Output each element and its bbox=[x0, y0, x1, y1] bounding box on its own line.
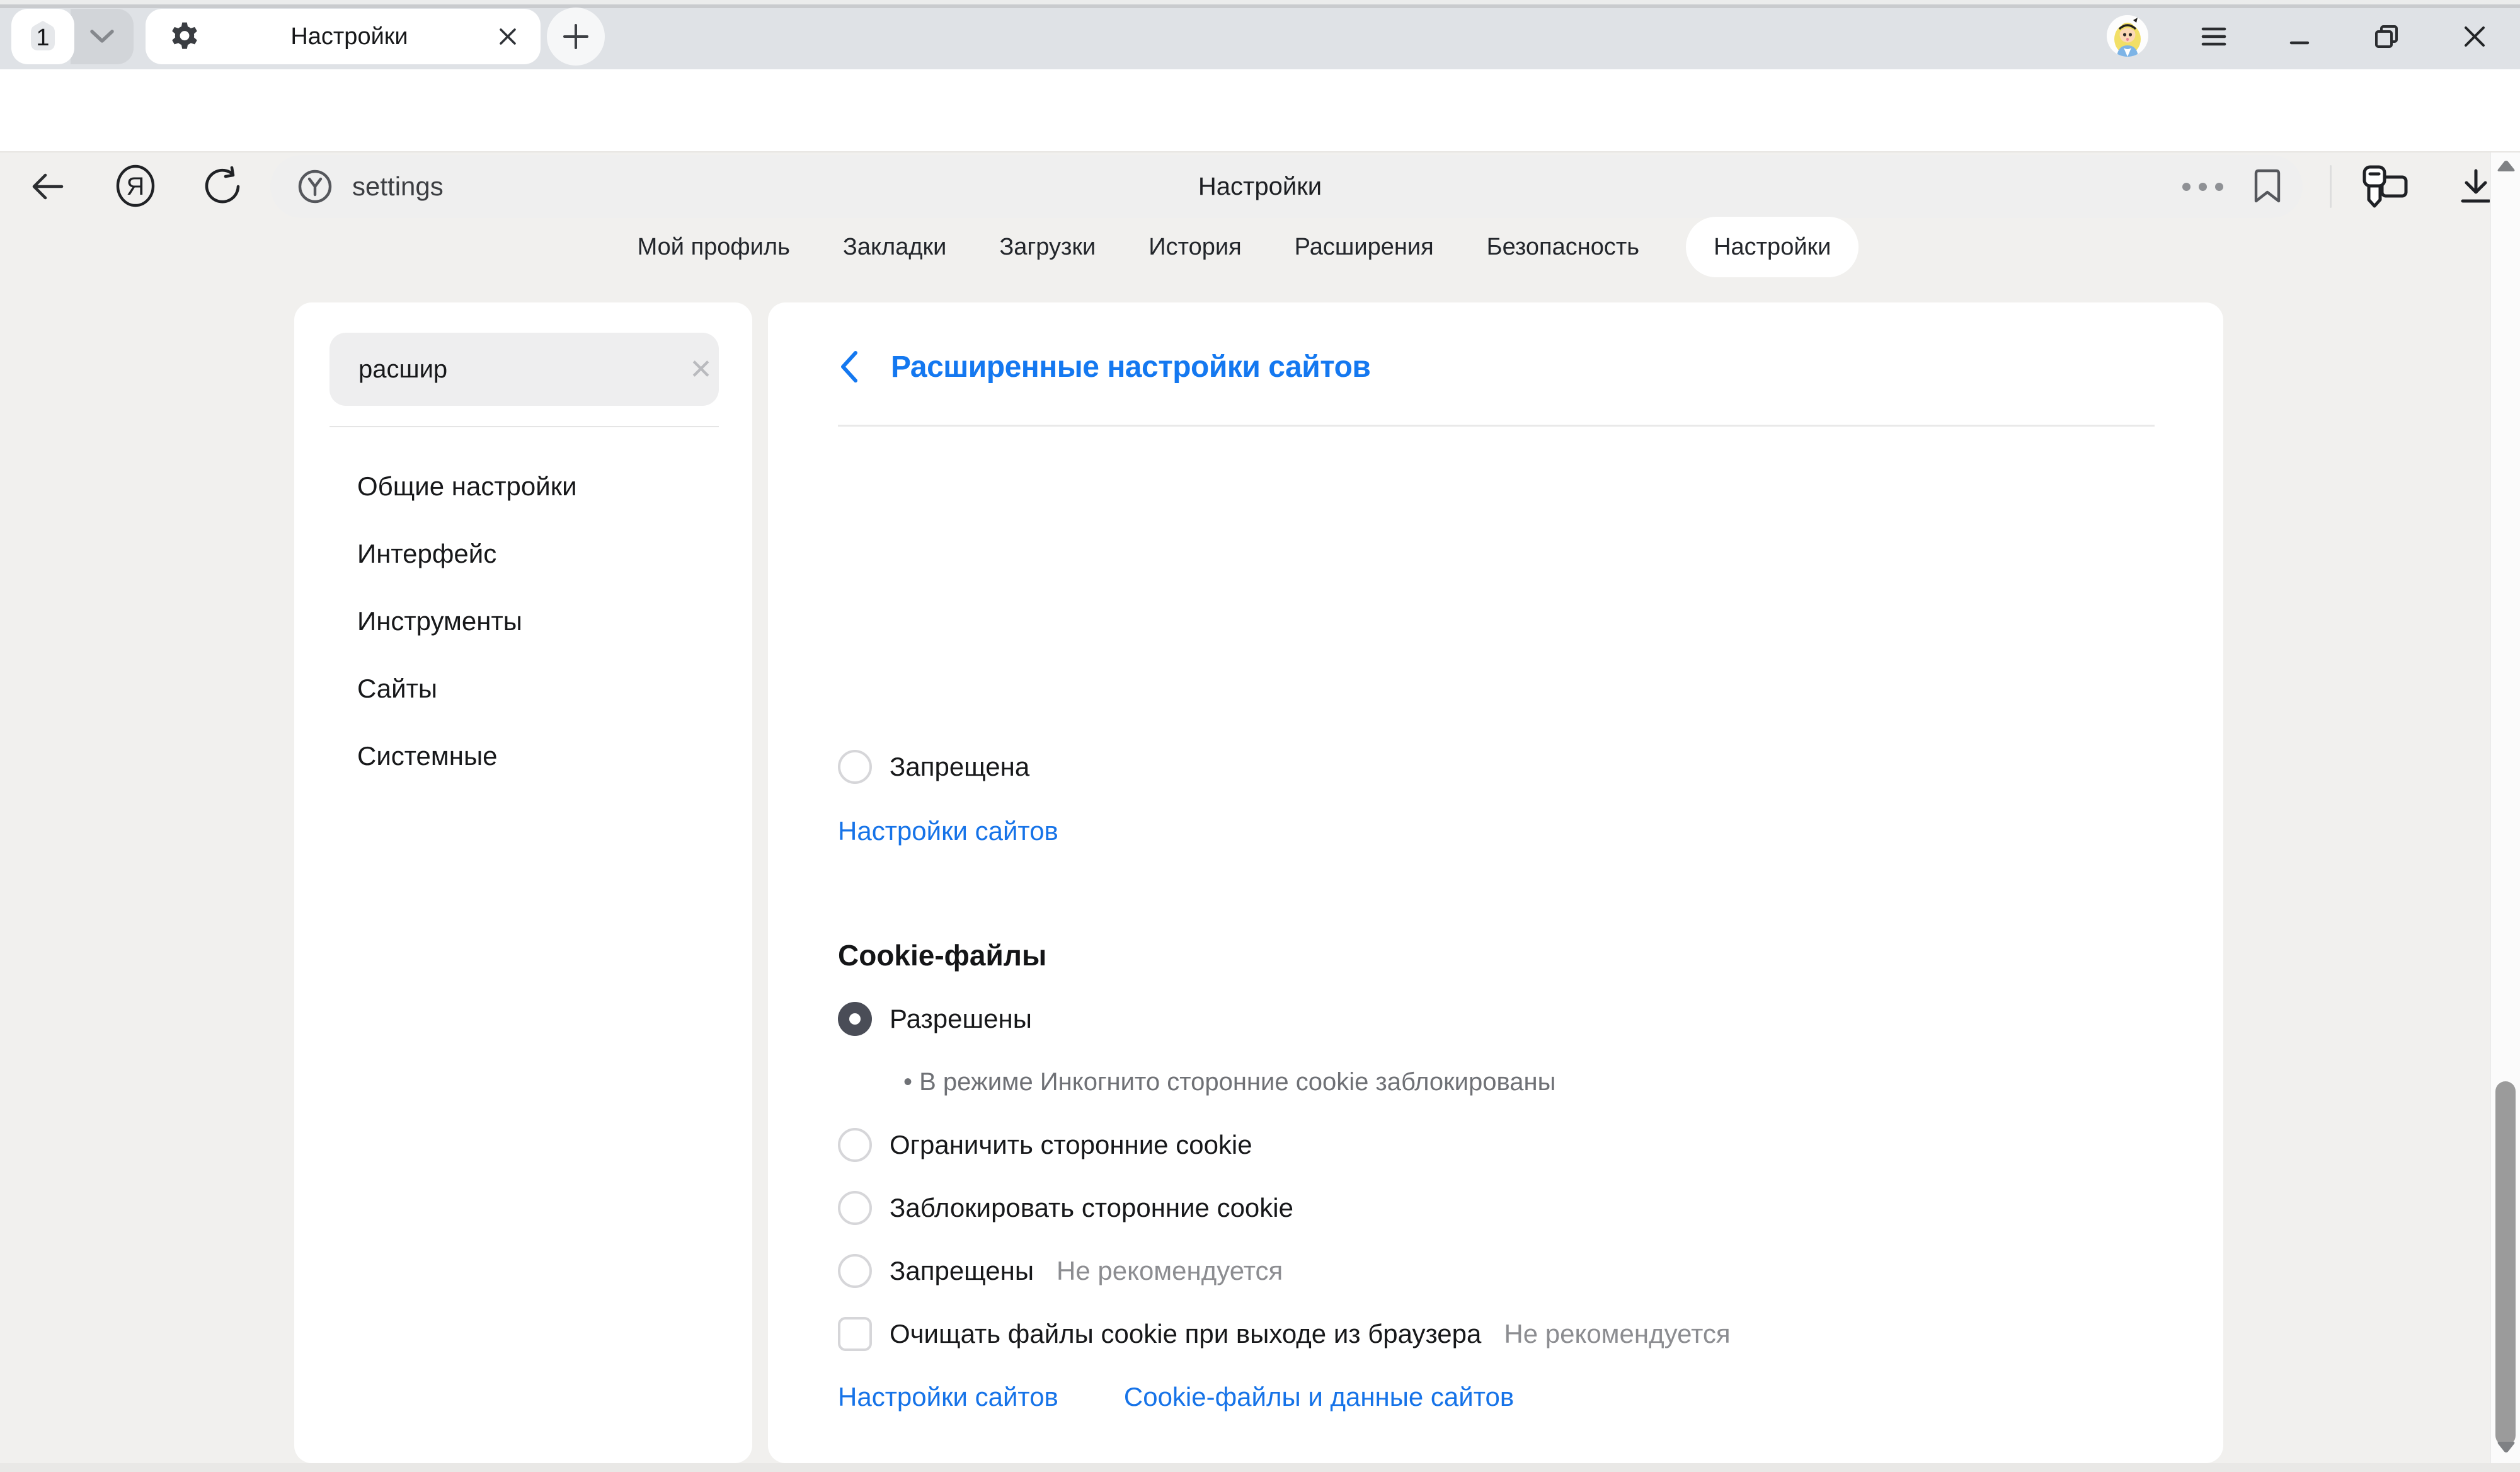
yandex-logo-icon: Я bbox=[113, 164, 158, 208]
section-header: Расширенные настройки сайтов bbox=[838, 333, 1370, 401]
settings-nav: Мой профиль Закладки Загрузки История Ра… bbox=[0, 217, 2490, 277]
menu-icon bbox=[2201, 26, 2226, 47]
option-label: Запрещены bbox=[890, 1256, 1034, 1286]
back-icon bbox=[29, 170, 67, 203]
checkbox-clear-on-exit[interactable] bbox=[838, 1317, 872, 1351]
toolbar-separator bbox=[2330, 165, 2332, 208]
option-label: Запрещена bbox=[890, 752, 1029, 782]
tab-title: Настройки bbox=[202, 23, 496, 50]
nav-tab-settings[interactable]: Настройки bbox=[1686, 217, 1858, 277]
cookies-section-heading-row: Cookie-файлы bbox=[838, 938, 1046, 973]
gear-icon bbox=[167, 19, 202, 54]
option-row: Запрещены Не рекомендуется bbox=[838, 1254, 1283, 1288]
reload-icon bbox=[204, 166, 244, 207]
new-tab-button[interactable] bbox=[547, 8, 605, 66]
option-row: Запрещена bbox=[838, 750, 1029, 784]
settings-sidebar: ✕ Общие настройки Интерфейс Инструменты … bbox=[294, 302, 752, 1463]
site-settings-link[interactable]: Настройки сайтов bbox=[838, 1382, 1058, 1412]
tab-count: 1 bbox=[25, 21, 60, 54]
sidebar-item-system[interactable]: Системные bbox=[294, 722, 752, 790]
option-row: Ограничить сторонние cookie bbox=[838, 1128, 1252, 1162]
close-window-button[interactable] bbox=[2452, 14, 2497, 59]
window-bottom-edge bbox=[0, 1463, 2520, 1472]
nav-tab-security[interactable]: Безопасность bbox=[1480, 217, 1646, 277]
sidebar-search[interactable]: ✕ bbox=[329, 333, 719, 406]
minimize-button[interactable] bbox=[2277, 14, 2322, 59]
address-bar[interactable]: settings bbox=[270, 155, 2303, 218]
scrollbar-thumb[interactable] bbox=[2495, 1081, 2516, 1446]
link-row: Настройки сайтов Cookie-файлы и данные с… bbox=[838, 1381, 1514, 1413]
option-label: Очищать файлы cookie при выходе из брауз… bbox=[890, 1319, 1481, 1349]
option-row: Очищать файлы cookie при выходе из брауз… bbox=[838, 1317, 1731, 1351]
radio-block-third-party[interactable] bbox=[838, 1191, 872, 1225]
sidebar-item-sites[interactable]: Сайты bbox=[294, 655, 752, 722]
radio-limit-third-party[interactable] bbox=[838, 1128, 872, 1162]
sidebar-item-interface[interactable]: Интерфейс bbox=[294, 520, 752, 587]
chevron-left-icon bbox=[838, 349, 861, 384]
settings-content: Расширенные настройки сайтов Запрещена Н… bbox=[768, 302, 2223, 1463]
close-icon bbox=[2462, 24, 2487, 49]
passwords-cards-button[interactable] bbox=[2357, 161, 2412, 213]
tab-list-dropdown-button[interactable] bbox=[71, 9, 134, 64]
nav-tab-history[interactable]: История bbox=[1142, 217, 1247, 277]
browser-menu-button[interactable] bbox=[2191, 14, 2236, 59]
minimize-icon bbox=[2288, 25, 2311, 48]
scroll-down-icon[interactable] bbox=[2496, 1440, 2516, 1454]
nav-tab-downloads[interactable]: Загрузки bbox=[993, 217, 1102, 277]
option-row: Разрешены bbox=[838, 1002, 1032, 1036]
nav-tab-bookmarks[interactable]: Закладки bbox=[837, 217, 953, 277]
avatar[interactable] bbox=[2107, 15, 2148, 57]
content-divider bbox=[838, 425, 2155, 427]
svg-text:Я: Я bbox=[127, 173, 145, 200]
browser-tab-settings[interactable]: Настройки bbox=[146, 9, 541, 64]
nav-tab-profile[interactable]: Мой профиль bbox=[631, 217, 796, 277]
window-top-edge-line bbox=[0, 4, 2520, 8]
site-badge-icon bbox=[297, 168, 333, 205]
tab-counter-badge: 1 bbox=[25, 19, 60, 54]
option-label: Заблокировать сторонние cookie bbox=[890, 1193, 1293, 1223]
back-button[interactable] bbox=[28, 166, 68, 207]
not-recommended-hint: Не рекомендуется bbox=[1504, 1319, 1730, 1349]
radio-banned-top[interactable] bbox=[838, 750, 872, 784]
scrollbar[interactable] bbox=[2490, 152, 2520, 1463]
window-top-edge bbox=[0, 0, 2520, 4]
back-to-sites-button[interactable] bbox=[838, 349, 861, 384]
sidebar-list: Общие настройки Интерфейс Инструменты Са… bbox=[294, 452, 752, 790]
bookmark-icon[interactable] bbox=[2251, 168, 2284, 205]
passwords-icon bbox=[2359, 163, 2410, 211]
nav-tab-extensions[interactable]: Расширения bbox=[1288, 217, 1440, 277]
clear-search-icon[interactable]: ✕ bbox=[683, 354, 719, 386]
close-tab-icon[interactable] bbox=[496, 25, 519, 48]
link-row: Настройки сайтов bbox=[838, 815, 1058, 847]
option-label: Разрешены bbox=[890, 1004, 1032, 1034]
radio-cookies-allowed[interactable] bbox=[838, 1002, 872, 1036]
cookies-heading: Cookie-файлы bbox=[838, 938, 1046, 972]
page-title: Расширенные настройки сайтов bbox=[891, 350, 1370, 384]
not-recommended-hint: Не рекомендуется bbox=[1057, 1256, 1283, 1286]
url-text: settings bbox=[352, 171, 444, 202]
option-row: Заблокировать сторонние cookie bbox=[838, 1191, 1293, 1225]
address-more-button[interactable] bbox=[2182, 183, 2223, 191]
maximize-button[interactable] bbox=[2364, 14, 2409, 59]
sidebar-divider bbox=[329, 426, 719, 427]
search-input[interactable] bbox=[329, 355, 683, 384]
yandex-home-button[interactable]: Я bbox=[112, 163, 159, 209]
sidebar-item-general[interactable]: Общие настройки bbox=[294, 452, 752, 520]
option-label: Ограничить сторонние cookie bbox=[890, 1130, 1252, 1160]
toolbar: Я settings Настройки bbox=[0, 69, 2520, 152]
reload-button[interactable] bbox=[203, 165, 246, 208]
site-settings-link[interactable]: Настройки сайтов bbox=[838, 816, 1058, 846]
radio-cookies-banned[interactable] bbox=[838, 1254, 872, 1288]
plus-icon bbox=[561, 21, 591, 52]
tab-counter-button[interactable]: 1 bbox=[11, 9, 74, 64]
incognito-note: • В режиме Инкогнито сторонние cookie за… bbox=[903, 1068, 1555, 1096]
scroll-up-icon[interactable] bbox=[2496, 159, 2516, 173]
cookies-data-link[interactable]: Cookie-файлы и данные сайтов bbox=[1124, 1382, 1514, 1412]
avatar-girl-icon bbox=[2107, 15, 2148, 57]
incognito-note-row: • В режиме Инкогнито сторонние cookie за… bbox=[903, 1066, 1555, 1098]
chevron-down-icon bbox=[88, 29, 117, 44]
maximize-icon bbox=[2374, 24, 2399, 49]
sidebar-item-tools[interactable]: Инструменты bbox=[294, 587, 752, 655]
titlebar: 1 Настройки bbox=[0, 0, 2520, 69]
